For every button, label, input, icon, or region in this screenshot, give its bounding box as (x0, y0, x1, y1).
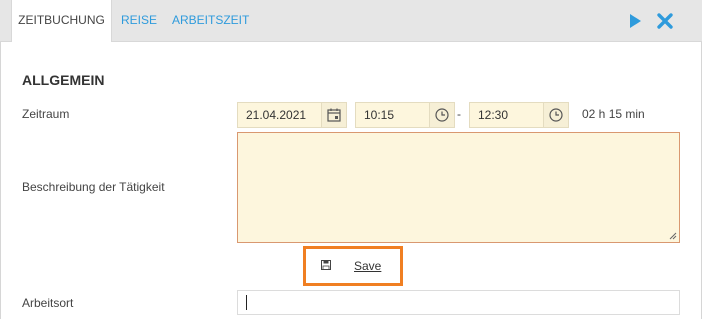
play-icon[interactable] (626, 12, 644, 30)
close-icon[interactable] (656, 12, 674, 30)
arbeitsort-label: Arbeitsort (22, 296, 74, 310)
start-time-input[interactable]: 10:15 (355, 102, 455, 128)
clock-icon[interactable] (429, 103, 454, 127)
text-caret (246, 295, 247, 310)
beschreibung-textarea[interactable] (237, 132, 680, 243)
save-button[interactable]: Save (354, 259, 381, 273)
end-time-value: 12:30 (478, 108, 509, 122)
tab-zeitbuchung[interactable]: ZEITBUCHUNG (11, 0, 112, 42)
calendar-icon[interactable] (321, 103, 346, 127)
tab-reise[interactable]: REISE (121, 0, 157, 41)
window-border-left (0, 0, 1, 319)
date-value: 21.04.2021 (246, 108, 307, 122)
start-time-value: 10:15 (364, 108, 395, 122)
tab-arbeitszeit[interactable]: ARBEITSZEIT (172, 0, 249, 41)
date-input[interactable]: 21.04.2021 (237, 102, 347, 128)
resize-handle-icon[interactable] (669, 232, 677, 240)
end-time-input[interactable]: 12:30 (469, 102, 569, 128)
tab-bar: ZEITBUCHUNG REISE ARBEITSZEIT (0, 0, 702, 42)
save-highlight (303, 246, 403, 286)
beschreibung-label: Beschreibung der Tätigkeit (22, 180, 165, 194)
arbeitsort-input[interactable] (237, 290, 680, 315)
time-separator: - (457, 107, 461, 121)
zeitraum-label: Zeitraum (22, 107, 70, 121)
floppy-disk-icon[interactable] (321, 260, 331, 270)
duration-value: 02 h 15 min (582, 107, 645, 121)
clock-icon[interactable] (543, 103, 568, 127)
section-title: ALLGEMEIN (22, 72, 105, 88)
